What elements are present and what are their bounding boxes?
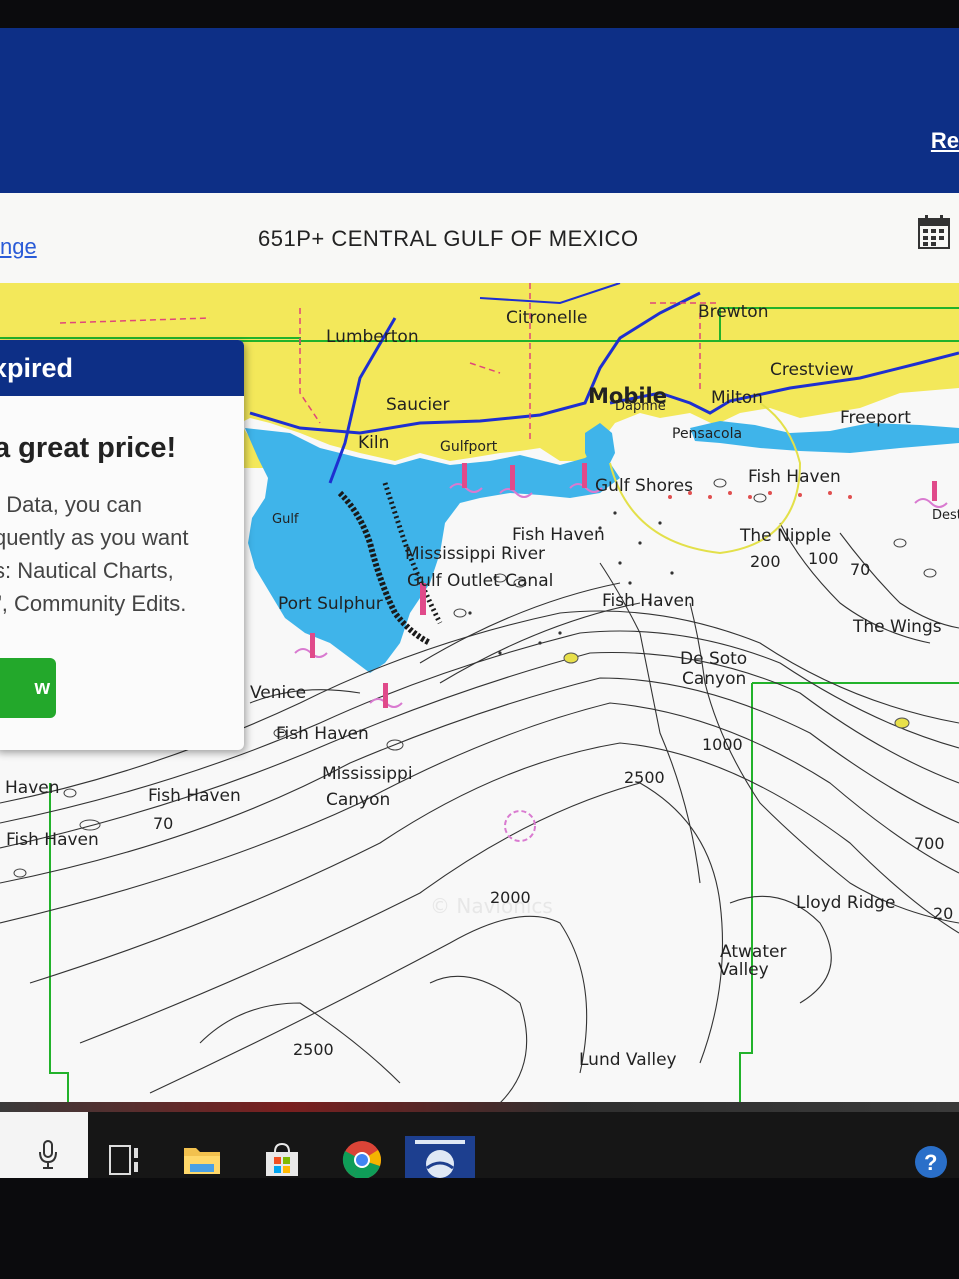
map-label-crestview: Crestview (770, 360, 854, 380)
depth-label-2500-south: 2500 (293, 1040, 334, 1059)
svg-text:?: ? (924, 1150, 937, 1175)
map-label-freeport: Freeport (840, 408, 911, 428)
depth-label-100: 100 (808, 549, 839, 568)
depth-label-2000: 2000 (490, 888, 531, 907)
map-label-fish-haven-5: Fish Haven (148, 786, 241, 806)
map-label-mississippi: Mississippi (322, 764, 413, 784)
map-label-saucier: Saucier (386, 395, 450, 415)
depth-label-20: 20 (933, 904, 953, 923)
top-right-link[interactable]: Re (931, 128, 959, 154)
taskbar-search-box[interactable] (0, 1112, 88, 1178)
popup-text-line: ", Community Edits. (0, 591, 187, 616)
map-label-haven: Haven (5, 778, 60, 798)
map-label-mississippi-river: Mississippi River (405, 544, 545, 564)
map-label-de-soto-canyon: Canyon (682, 669, 746, 689)
map-label-fish-haven-2: Fish Haven (748, 467, 841, 487)
calendar-icon[interactable] (917, 214, 951, 250)
popup-title-bar: xpired (0, 340, 244, 396)
depth-label-700: 700 (914, 834, 945, 853)
map-label-daphne: Daphne (615, 399, 666, 414)
depth-label-70-east: 70 (850, 560, 870, 579)
microphone-icon[interactable] (38, 1140, 58, 1170)
help-icon[interactable]: ? (913, 1144, 949, 1178)
depth-label-70-west: 70 (153, 814, 173, 833)
file-explorer-icon[interactable] (180, 1138, 224, 1178)
map-label-venice: Venice (250, 683, 306, 703)
popup-text-line: quently as you want (0, 525, 189, 550)
map-label-port-sulphur: Port Sulphur (278, 594, 383, 614)
buy-now-button[interactable]: w (0, 658, 56, 718)
map-label-atwater: Atwater (720, 942, 786, 962)
map-label-milton: Milton (711, 388, 763, 408)
change-link[interactable]: nge (0, 234, 37, 260)
map-label-fish-haven-4: Fish Haven (276, 724, 369, 744)
map-label-fish-haven-3: Fish Haven (602, 591, 695, 611)
subscription-expired-popup: xpired a great price! : Data, you can qu… (0, 340, 244, 750)
screen: Re nge 651P+ CENTRAL GULF OF MEXICO © Na… (0, 28, 959, 1178)
map-label-de-soto: De Soto (680, 649, 747, 669)
depth-label-2500-north: 2500 (624, 768, 665, 787)
depth-label-1000: 1000 (702, 735, 743, 754)
map-label-destin: Destin (932, 508, 959, 523)
map-label-kiln: Kiln (358, 433, 389, 453)
store-icon[interactable] (260, 1138, 304, 1178)
map-label-the-wings: The Wings (852, 617, 942, 637)
navionics-icon[interactable] (405, 1136, 475, 1178)
popup-text-line: s: Nautical Charts, (0, 558, 174, 583)
map-label-the-nipple: The Nipple (739, 526, 831, 546)
map-label-fish-haven-1: Fish Haven (512, 525, 605, 545)
map-label-gulfport: Gulfport (440, 439, 498, 455)
task-view-icon[interactable] (102, 1138, 146, 1178)
map-label-citronelle: Citronelle (506, 308, 587, 328)
map-label-gulf-outlet-canal: Gulf Outlet Canal (407, 571, 553, 591)
chart-title: 651P+ CENTRAL GULF OF MEXICO (258, 226, 639, 251)
map-label-mississippi-canyon: Canyon (326, 790, 390, 810)
popup-title: xpired (0, 353, 74, 383)
map-label-pensacola: Pensacola (672, 426, 742, 442)
map-label-brewton: Brewton (698, 302, 768, 322)
windows-taskbar: ? (0, 1102, 959, 1178)
map-label-fish-haven-6: Fish Haven (6, 830, 99, 850)
app-top-band: Re (0, 28, 959, 193)
chrome-icon[interactable] (340, 1138, 384, 1178)
map-label-gulf-shores: Gulf Shores (595, 476, 693, 496)
map-label-lund-valley: Lund Valley (579, 1050, 677, 1070)
taskbar-edge (0, 1102, 959, 1112)
depth-label-200: 200 (750, 552, 781, 571)
map-label-atwater-valley: Valley (718, 960, 769, 980)
popup-headline: a great price! (0, 432, 177, 464)
map-label-lumberton: Lumberton (326, 327, 419, 347)
map-label-lloyd-ridge: Lloyd Ridge (796, 893, 895, 913)
map-label-gulf: Gulf (272, 512, 299, 527)
popup-text-line: : Data, you can (0, 492, 142, 517)
